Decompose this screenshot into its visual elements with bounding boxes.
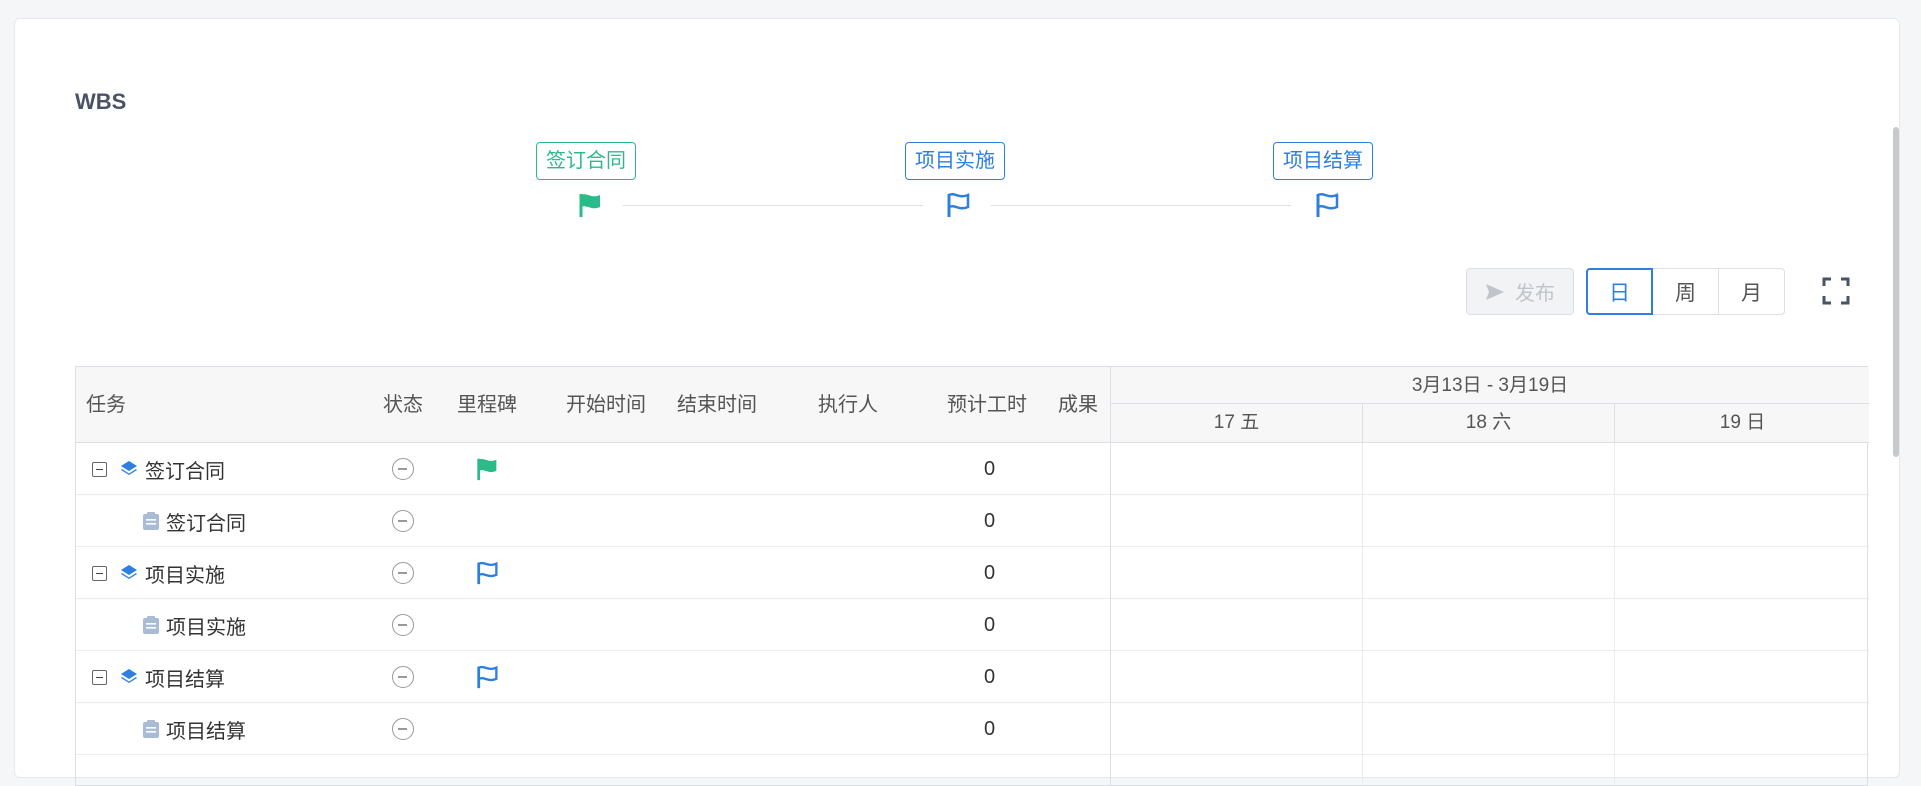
flag-outline-icon [947,193,970,217]
flag-filled-icon [579,194,600,217]
est-hours-cell: 0 [984,561,996,584]
status-cell [392,599,414,651]
milestone-connector [991,205,1291,206]
collapse-toggle[interactable] [92,461,107,477]
task-cell: 项目结算 [92,651,225,703]
milestone-cell [474,651,502,703]
est-hours-cell: 0 [984,457,996,480]
vertical-scrollbar[interactable] [1893,127,1899,457]
table-row[interactable]: 项目实施 0 [76,547,1869,599]
col-header-task: 任务 [86,394,126,416]
status-cell [392,547,414,599]
col-header-assignee: 执行人 [818,394,878,416]
milestone-label-sign-contract[interactable]: 签订合同 [536,142,636,180]
status-cell [392,703,414,755]
task-cell: 签订合同 [142,495,246,547]
table-row[interactable]: 项目结算 0 [76,703,1869,755]
task-clipboard-icon [143,616,159,634]
col-header-milestone: 里程碑 [457,394,517,416]
task-cell: 项目结算 [142,703,246,755]
table-row[interactable]: 签订合同 0 [76,443,1869,495]
task-name: 项目实施 [166,616,246,639]
layers-icon [121,565,137,579]
task-clipboard-icon [143,720,159,738]
layers-icon [121,669,137,683]
milestone-label-implementation[interactable]: 项目实施 [905,142,1005,180]
flag-outline-icon [477,665,498,689]
task-cell: 项目实施 [142,599,246,651]
collapse-toggle[interactable] [92,669,107,685]
publish-button-label: 发布 [1515,283,1555,305]
col-header-status: 状态 [383,394,423,416]
milestone-cell [474,443,502,495]
status-not-started-icon [392,458,414,480]
publish-button[interactable]: 发布 [1466,268,1574,315]
status-cell [392,651,414,703]
milestone-cell [474,547,502,599]
flag-filled-icon [477,458,497,481]
table-row[interactable]: 签订合同 0 [76,495,1869,547]
status-cell [392,443,414,495]
task-name: 项目结算 [145,668,225,691]
status-not-started-icon [392,562,414,584]
status-not-started-icon [392,666,414,688]
task-name: 签订合同 [145,460,225,483]
milestone-label-settlement[interactable]: 项目结算 [1273,142,1373,180]
wbs-table: 任务 状态 里程碑 开始时间 结束时间 执行人 预计工时 成果 3月13日 - … [75,366,1869,786]
layers-icon [121,461,137,475]
status-not-started-icon [392,614,414,636]
gantt-week-range: 3月13日 - 3月19日 [1111,367,1869,404]
send-icon [1486,283,1504,300]
task-cell: 签订合同 [92,443,225,495]
page-title: WBS [75,89,127,114]
est-hours-cell: 0 [984,665,996,688]
col-header-deliverables: 成果 [1058,394,1098,416]
task-name: 项目实施 [145,564,225,587]
view-month-button[interactable]: 月 [1718,268,1785,315]
fullscreen-icon[interactable] [1822,277,1850,305]
view-day-button[interactable]: 日 [1586,268,1653,315]
task-clipboard-icon [143,512,159,530]
wbs-card: WBS 签订合同 项目实施 项目结算 发布 日 周 月 任务 状态 里程碑 开始… [14,18,1900,786]
gantt-day: 17 五 [1111,404,1363,442]
view-week-button[interactable]: 周 [1652,268,1719,315]
gantt-header: 3月13日 - 3月19日 17 五 18 六 19 日 [1110,367,1869,443]
table-row[interactable]: 项目结算 0 [76,651,1869,703]
table-header: 任务 状态 里程碑 开始时间 结束时间 执行人 预计工时 成果 [76,367,1110,443]
task-name: 签订合同 [166,512,246,535]
col-header-start-time: 开始时间 [566,394,646,416]
collapse-toggle[interactable] [92,565,107,581]
est-hours-cell: 0 [984,717,996,740]
flag-outline-icon [1316,193,1339,217]
flag-outline-icon [477,561,498,585]
milestone-connector [623,205,923,206]
est-hours-cell: 0 [984,613,996,636]
status-not-started-icon [392,718,414,740]
col-header-est-hours: 预计工时 [947,394,1027,416]
gantt-day: 19 日 [1719,412,1766,433]
gantt-day: 18 六 [1363,404,1615,442]
status-cell [392,495,414,547]
status-not-started-icon [392,510,414,532]
est-hours-cell: 0 [984,509,996,532]
task-name: 项目结算 [166,720,246,743]
col-header-end-time: 结束时间 [677,394,757,416]
table-row[interactable]: 项目实施 0 [76,599,1869,651]
task-cell: 项目实施 [92,547,225,599]
